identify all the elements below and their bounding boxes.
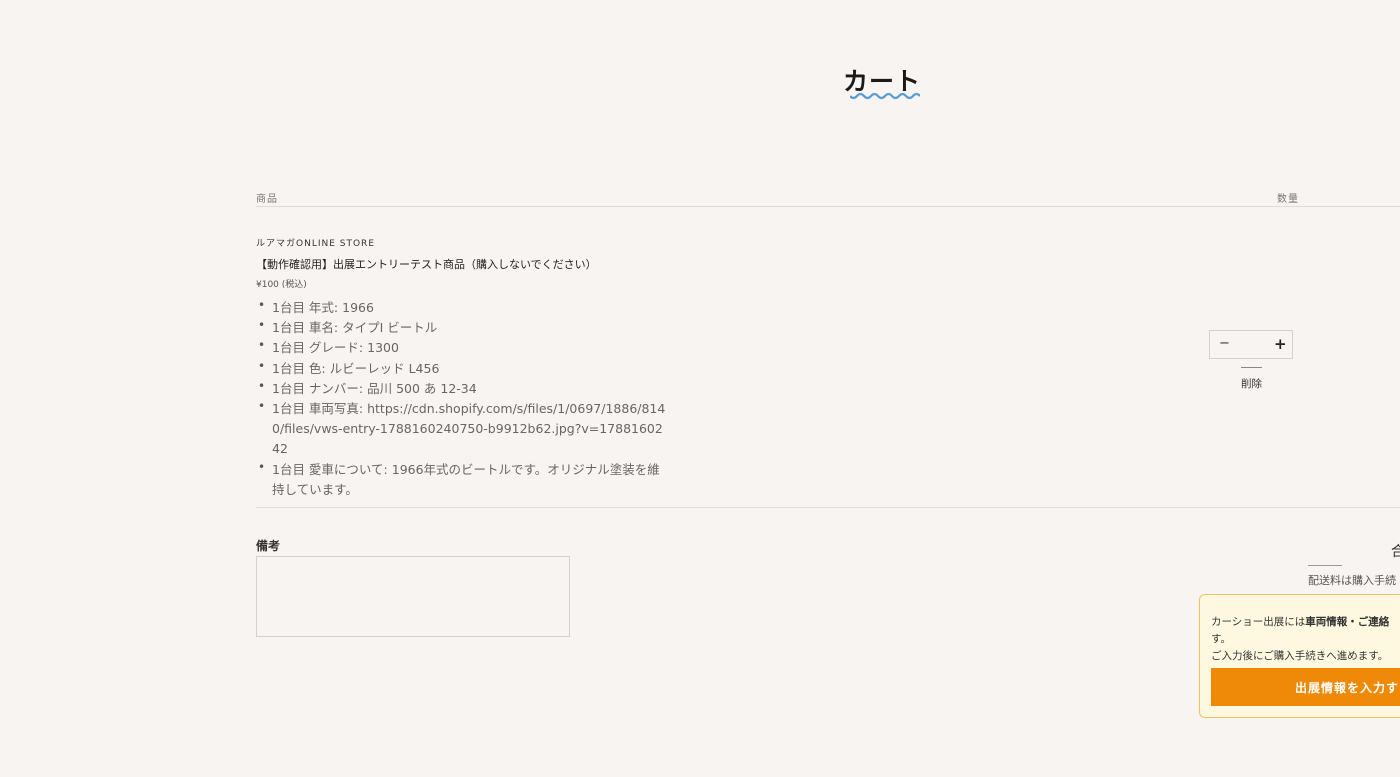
notice-line1-bold: 車両情報・ご連絡 [1305, 616, 1390, 628]
property-item: 1台目 年式: 1966 [256, 295, 666, 318]
quantity-plus-button[interactable]: + [1274, 335, 1287, 353]
remove-divider [1241, 367, 1262, 368]
item-divider [256, 507, 1400, 508]
shipping-notice: 配送料は購入手続 [1308, 574, 1396, 587]
note-label: 備考 [256, 539, 281, 553]
property-item: 1台目 グレード: 1300 [256, 335, 666, 358]
quantity-stepper: − + [1209, 330, 1293, 359]
column-header-quantity: 数量 [1277, 194, 1299, 205]
total-divider [1308, 565, 1342, 566]
product-title-link[interactable]: 【動作確認用】出展エントリーテスト商品（購入しないでください） [256, 256, 597, 272]
total-label: 合 [1391, 544, 1400, 560]
product-price: ¥100 (税込) [256, 280, 307, 290]
property-item: 1台目 ナンバー: 品川 500 あ 12-34 [256, 376, 666, 399]
entry-notice-box: カーショー出展には車両情報・ご連絡 す。 ご入力後にご購入手続きへ進めます。 出… [1199, 594, 1400, 718]
enter-entry-info-button[interactable]: 出展情報を入力す [1211, 668, 1400, 706]
product-vendor: ルアマガONLINE STORE [256, 239, 375, 249]
header-divider [256, 206, 1400, 207]
property-item: 1台目 愛車について: 1966年式のビートルです。オリジナル塗装を維持していま… [256, 457, 666, 500]
title-underline-wave [850, 93, 920, 100]
property-item: 1台目 車両写真: https://cdn.shopify.com/s/file… [256, 396, 666, 460]
property-item: 1台目 色: ルビーレッド L456 [256, 356, 666, 379]
notice-text: カーショー出展には車両情報・ご連絡 す。 ご入力後にご購入手続きへ進めます。 [1211, 614, 1400, 665]
quantity-minus-button[interactable]: − [1219, 336, 1230, 351]
property-item: 1台目 車名: タイプⅠ ビートル [256, 315, 666, 338]
quantity-input[interactable] [1238, 336, 1270, 355]
product-properties-list: 1台目 年式: 1966 1台目 車名: タイプⅠ ビートル 1台目 グレード:… [256, 295, 666, 500]
notice-line1-prefix: カーショー出展には [1211, 616, 1306, 628]
column-header-product: 商品 [256, 194, 278, 205]
remove-item-link[interactable]: 削除 [1241, 376, 1262, 391]
notice-line2: す。 [1211, 633, 1231, 645]
note-textarea[interactable] [256, 556, 570, 637]
notice-line3: ご入力後にご購入手続きへ進めます。 [1211, 650, 1389, 662]
